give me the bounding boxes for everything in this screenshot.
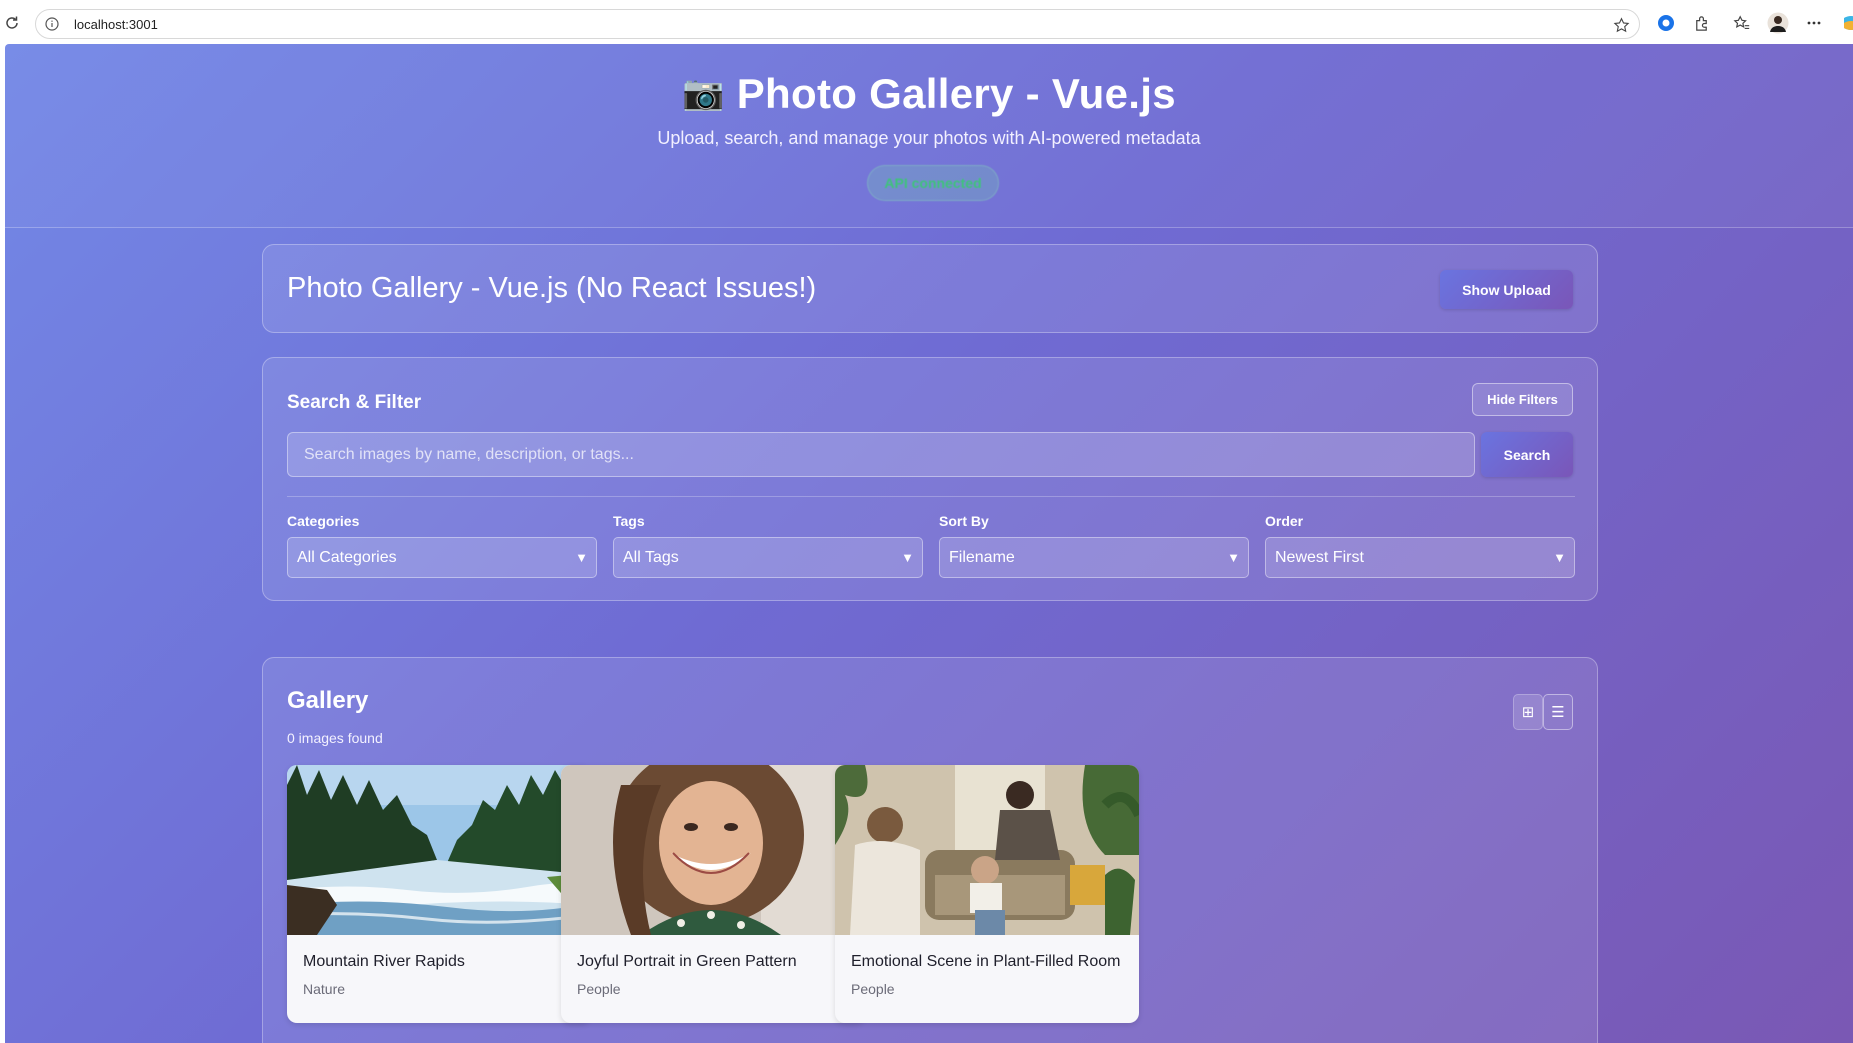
favorites-icon[interactable]: [1731, 12, 1753, 34]
dropdown-caret-icon: ▼: [1227, 550, 1240, 565]
dropdown-caret-icon: ▼: [575, 550, 588, 565]
dropdown-caret-icon: ▼: [1553, 550, 1566, 565]
app-viewport: 📷 Photo Gallery - Vue.js Upload, search, …: [5, 44, 1853, 1043]
profile-avatar[interactable]: [1767, 12, 1789, 34]
app-header-title: Photo Gallery - Vue.js (No React Issues!…: [287, 272, 817, 304]
search-button[interactable]: Search: [1481, 432, 1573, 477]
list-view-icon[interactable]: ☰: [1543, 694, 1573, 730]
hide-filters-button[interactable]: Hide Filters: [1472, 383, 1573, 416]
hero-header: 📷 Photo Gallery - Vue.js Upload, search, …: [5, 44, 1853, 228]
gallery-panel: Gallery 0 images found ⊞ ☰ Mountain Rive…: [262, 657, 1598, 1043]
camera-icon: 📷: [682, 74, 725, 112]
show-upload-button[interactable]: Show Upload: [1440, 270, 1573, 309]
dropdown-caret-icon: ▼: [901, 550, 914, 565]
search-input[interactable]: [287, 432, 1475, 477]
page-title: 📷 Photo Gallery - Vue.js: [5, 70, 1853, 118]
photo-title: Joyful Portrait in Green Pattern: [577, 953, 797, 970]
extensions-puzzle-icon[interactable]: [1690, 12, 1712, 34]
order-select-value: Newest First: [1275, 548, 1364, 566]
more-options-icon[interactable]: [1803, 12, 1825, 34]
order-filter: Order Newest First ▼: [1265, 513, 1575, 578]
gallery-title: Gallery: [287, 687, 369, 714]
sort-by-filter: Sort By Filename ▼: [939, 513, 1249, 578]
photo-thumbnail-room[interactable]: [835, 765, 1139, 935]
app-header-card: Photo Gallery - Vue.js (No React Issues!…: [262, 244, 1598, 333]
tags-filter: Tags All Tags ▼: [613, 513, 923, 578]
photo-category: People: [851, 981, 895, 997]
page-title-text: Photo Gallery - Vue.js: [736, 70, 1176, 117]
sort-by-label: Sort By: [939, 513, 989, 529]
copilot-icon[interactable]: [1840, 12, 1853, 34]
tags-select-value: All Tags: [623, 548, 679, 566]
categories-select-value: All Categories: [297, 548, 397, 566]
reload-icon[interactable]: [2, 13, 22, 33]
photo-title: Emotional Scene in Plant-Filled Room: [851, 953, 1121, 970]
sort-by-select-value: Filename: [949, 548, 1015, 566]
sort-by-select[interactable]: Filename ▼: [939, 537, 1249, 578]
photo-card[interactable]: Emotional Scene in Plant-Filled Room Peo…: [835, 765, 1139, 1023]
photo-card[interactable]: Mountain River Rapids Nature: [287, 765, 591, 1023]
site-info-icon[interactable]: [44, 16, 60, 32]
tags-label: Tags: [613, 513, 645, 529]
photo-category: People: [577, 981, 621, 997]
gallery-count: 0 images found: [287, 730, 383, 746]
photo-category: Nature: [303, 981, 346, 997]
photo-card[interactable]: Joyful Portrait in Green Pattern People: [561, 765, 865, 1023]
browser-toolbar: localhost:3001: [0, 0, 1853, 47]
divider: [287, 496, 1575, 497]
api-status-badge: API connected: [867, 165, 999, 201]
url-text: localhost:3001: [74, 16, 158, 32]
categories-filter: Categories All Categories ▼: [287, 513, 597, 578]
photo-title: Mountain River Rapids: [303, 953, 465, 970]
photo-thumbnail-river[interactable]: [287, 765, 591, 935]
categories-select[interactable]: All Categories ▼: [287, 537, 597, 578]
categories-label: Categories: [287, 513, 360, 529]
search-filter-panel: Search & Filter Hide Filters Search Cate…: [262, 357, 1598, 601]
search-filter-title: Search & Filter: [287, 392, 422, 413]
order-label: Order: [1265, 513, 1304, 529]
grid-view-icon[interactable]: ⊞: [1513, 694, 1543, 730]
page-subtitle: Upload, search, and manage your photos w…: [657, 128, 1201, 148]
favorite-star-icon[interactable]: [1611, 15, 1631, 35]
photo-thumbnail-portrait[interactable]: [561, 765, 865, 935]
extension-badge-icon[interactable]: [1655, 12, 1677, 34]
tags-select[interactable]: All Tags ▼: [613, 537, 923, 578]
address-bar[interactable]: localhost:3001: [35, 9, 1640, 39]
order-select[interactable]: Newest First ▼: [1265, 537, 1575, 578]
